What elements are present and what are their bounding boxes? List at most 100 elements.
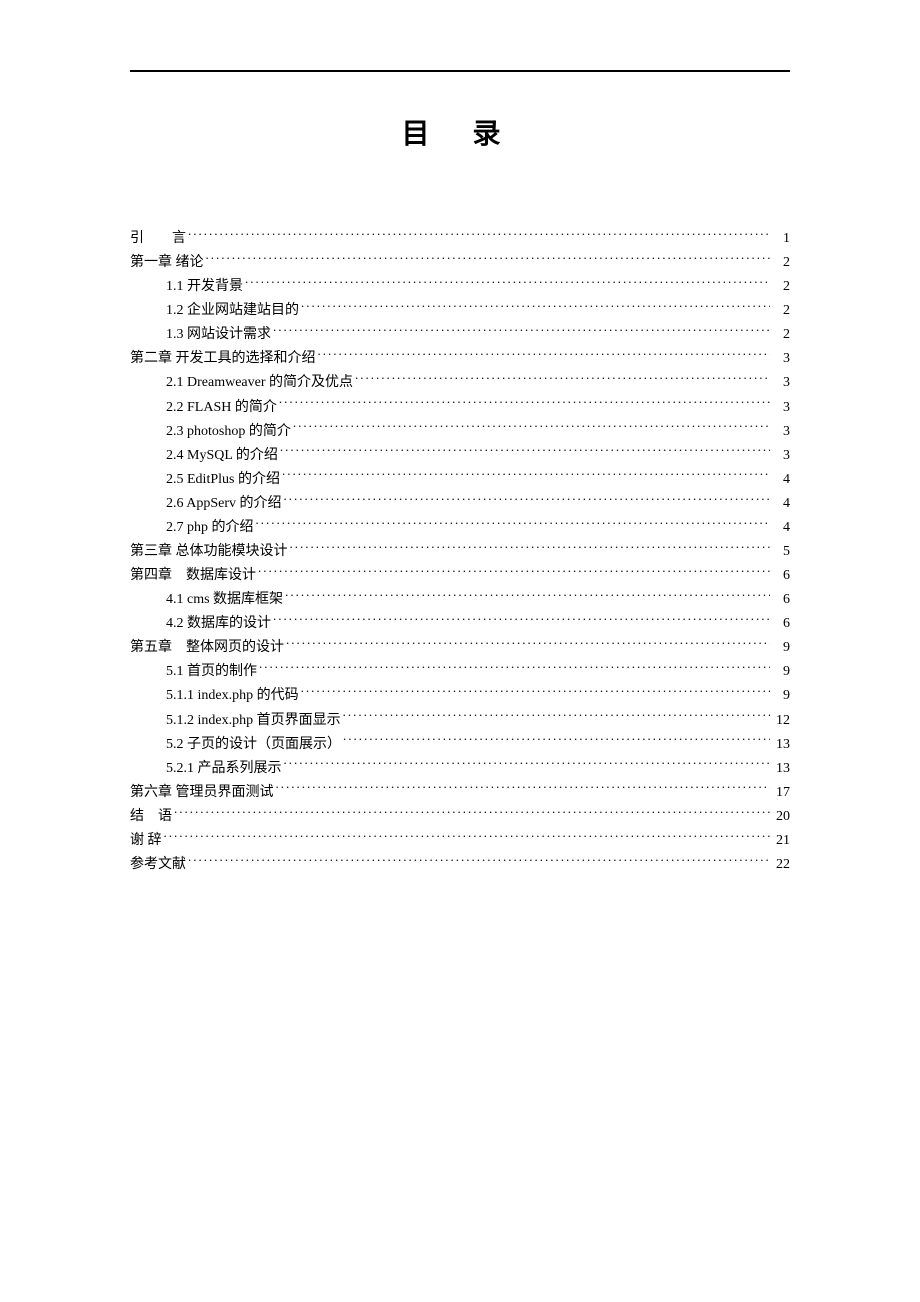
toc-entry: 2.3 photoshop 的简介3 bbox=[130, 420, 790, 444]
toc-leader-dots bbox=[343, 734, 770, 748]
toc-entry-page: 6 bbox=[772, 564, 790, 588]
toc-entry-page: 1 bbox=[772, 227, 790, 251]
toc-entry-page: 9 bbox=[772, 660, 790, 684]
toc-entry: 2.7 php 的介绍 4 bbox=[130, 516, 790, 540]
toc-entry: 2.2 FLASH 的简介 3 bbox=[130, 396, 790, 420]
toc-entry: 5.1.2 index.php 首页界面显示 12 bbox=[130, 709, 790, 733]
toc-entry: 1.2 企业网站建站目的 2 bbox=[130, 299, 790, 323]
toc-entry: 5.2 子页的设计（页面展示）13 bbox=[130, 733, 790, 757]
toc-entry: 2.4 MySQL 的介绍 3 bbox=[130, 444, 790, 468]
toc-entry-label: 4.1 cms 数据库框架 bbox=[166, 588, 283, 612]
toc-entry-label: 2.4 MySQL 的介绍 bbox=[166, 444, 278, 468]
toc-entry-page: 12 bbox=[772, 709, 790, 733]
document-page: 目 录 引 言1第一章 绪论21.1 开发背景21.2 企业网站建站目的21.3… bbox=[0, 0, 920, 877]
toc-entry-label: 2.1 Dreamweaver 的简介及优点 bbox=[166, 371, 353, 395]
toc-entry: 1.1 开发背景2 bbox=[130, 275, 790, 299]
toc-entry-label: 5.2 子页的设计（页面展示） bbox=[166, 733, 341, 757]
toc-entry-page: 3 bbox=[772, 371, 790, 395]
toc-entry: 第二章 开发工具的选择和介绍 3 bbox=[130, 347, 790, 371]
toc-entry-page: 5 bbox=[772, 540, 790, 564]
toc-entry-label: 第二章 开发工具的选择和介绍 bbox=[130, 347, 316, 371]
toc-entry: 2.6 AppServ 的介绍4 bbox=[130, 492, 790, 516]
toc-entry-page: 6 bbox=[772, 612, 790, 636]
toc-leader-dots bbox=[284, 758, 771, 772]
toc-entry: 5.1 首页的制作 9 bbox=[130, 660, 790, 684]
toc-leader-dots bbox=[276, 782, 771, 796]
toc-entry: 第三章 总体功能模块设计 5 bbox=[130, 540, 790, 564]
toc-entry-label: 5.2.1 产品系列展示 bbox=[166, 757, 282, 781]
toc-entry-label: 2.2 FLASH 的简介 bbox=[166, 396, 277, 420]
toc-entry: 5.1.1 index.php 的代码 9 bbox=[130, 684, 790, 708]
toc-entry-label: 2.7 php 的介绍 bbox=[166, 516, 254, 540]
toc-entry: 引 言 1 bbox=[130, 227, 790, 251]
toc-entry-label: 第五章 整体网页的设计 bbox=[130, 636, 284, 660]
toc-entry: 5.2.1 产品系列展示 13 bbox=[130, 757, 790, 781]
toc-leader-dots bbox=[286, 637, 770, 651]
toc-entry: 4.2 数据库的设计 6 bbox=[130, 612, 790, 636]
toc-leader-dots bbox=[343, 710, 770, 724]
toc-entry-label: 5.1.1 index.php 的代码 bbox=[166, 684, 299, 708]
toc-leader-dots bbox=[280, 445, 770, 459]
top-divider bbox=[130, 70, 790, 72]
toc-leader-dots bbox=[273, 613, 770, 627]
toc-entry-page: 9 bbox=[772, 636, 790, 660]
toc-entry-page: 22 bbox=[772, 853, 790, 877]
toc-entry-page: 20 bbox=[772, 805, 790, 829]
toc-leader-dots bbox=[318, 348, 771, 362]
toc-entry: 谢 辞 21 bbox=[130, 829, 790, 853]
toc-entry-label: 第四章 数据库设计 bbox=[130, 564, 256, 588]
toc-entry-label: 结 语 bbox=[130, 805, 172, 829]
toc-leader-dots bbox=[285, 589, 770, 603]
toc-leader-dots bbox=[206, 252, 771, 266]
toc-entry: 2.1 Dreamweaver 的简介及优点 3 bbox=[130, 371, 790, 395]
toc-leader-dots bbox=[174, 806, 770, 820]
toc-container: 引 言1第一章 绪论21.1 开发背景21.2 企业网站建站目的21.3 网站设… bbox=[130, 227, 790, 877]
toc-entry-label: 1.3 网站设计需求 bbox=[166, 323, 271, 347]
toc-entry-label: 5.1.2 index.php 首页界面显示 bbox=[166, 709, 341, 733]
toc-entry-page: 3 bbox=[772, 420, 790, 444]
toc-entry-label: 5.1 首页的制作 bbox=[166, 660, 257, 684]
toc-entry: 参考文献22 bbox=[130, 853, 790, 877]
toc-entry-page: 13 bbox=[772, 757, 790, 781]
toc-entry-page: 3 bbox=[772, 347, 790, 371]
toc-entry-page: 3 bbox=[772, 396, 790, 420]
toc-entry: 第六章 管理员界面测试 17 bbox=[130, 781, 790, 805]
toc-entry-page: 6 bbox=[772, 588, 790, 612]
toc-entry: 第四章 数据库设计 6 bbox=[130, 564, 790, 588]
toc-entry: 1.3 网站设计需求 2 bbox=[130, 323, 790, 347]
toc-entry-page: 2 bbox=[772, 299, 790, 323]
toc-entry-page: 4 bbox=[772, 516, 790, 540]
toc-leader-dots bbox=[164, 830, 771, 844]
toc-entry-page: 3 bbox=[772, 444, 790, 468]
toc-title: 目 录 bbox=[130, 112, 790, 152]
toc-leader-dots bbox=[188, 228, 770, 242]
toc-entry-label: 第六章 管理员界面测试 bbox=[130, 781, 274, 805]
toc-leader-dots bbox=[256, 517, 771, 531]
toc-entry-label: 谢 辞 bbox=[130, 829, 162, 853]
toc-entry: 2.5 EditPlus 的介绍4 bbox=[130, 468, 790, 492]
toc-entry-page: 2 bbox=[772, 275, 790, 299]
toc-entry-page: 17 bbox=[772, 781, 790, 805]
toc-leader-dots bbox=[355, 372, 770, 386]
toc-entry: 第五章 整体网页的设计 9 bbox=[130, 636, 790, 660]
toc-entry: 结 语 20 bbox=[130, 805, 790, 829]
toc-entry-page: 9 bbox=[772, 684, 790, 708]
toc-entry-label: 引 言 bbox=[130, 227, 186, 251]
toc-entry: 4.1 cms 数据库框架 6 bbox=[130, 588, 790, 612]
toc-entry-page: 4 bbox=[772, 492, 790, 516]
toc-leader-dots bbox=[290, 541, 771, 555]
toc-entry: 第一章 绪论 2 bbox=[130, 251, 790, 275]
toc-entry-label: 第三章 总体功能模块设计 bbox=[130, 540, 288, 564]
toc-entry-label: 1.2 企业网站建站目的 bbox=[166, 299, 299, 323]
toc-leader-dots bbox=[301, 685, 770, 699]
toc-leader-dots bbox=[284, 493, 771, 507]
toc-entry-page: 2 bbox=[772, 251, 790, 275]
toc-entry-page: 21 bbox=[772, 829, 790, 853]
toc-entry-label: 第一章 绪论 bbox=[130, 251, 204, 275]
toc-leader-dots bbox=[273, 324, 770, 338]
toc-entry-label: 4.2 数据库的设计 bbox=[166, 612, 271, 636]
toc-leader-dots bbox=[188, 854, 770, 868]
toc-leader-dots bbox=[258, 565, 770, 579]
toc-entry-page: 2 bbox=[772, 323, 790, 347]
toc-entry-page: 4 bbox=[772, 468, 790, 492]
